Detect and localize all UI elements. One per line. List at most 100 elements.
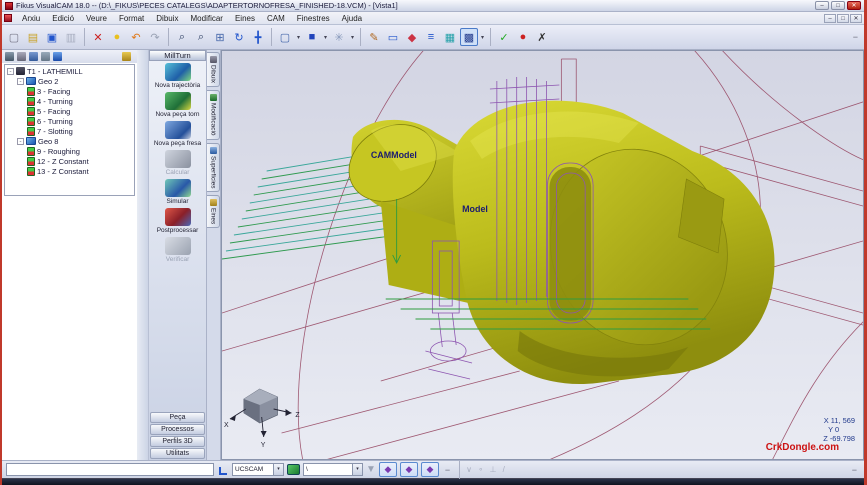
tab-processos[interactable]: Processos — [150, 424, 205, 435]
menu-format[interactable]: Format — [113, 13, 150, 24]
tree-root-label[interactable]: T1 - LATHEMILL — [27, 67, 83, 76]
new-toolpath-button[interactable]: Nova trajectòria — [149, 61, 206, 90]
globe-icon[interactable] — [41, 52, 50, 61]
layer-dropdown-icon[interactable]: ▾ — [352, 464, 362, 475]
lock-icon[interactable] — [122, 52, 131, 61]
simulate-machine-icon[interactable]: ▦ — [441, 28, 459, 46]
tab-peca[interactable]: Peça — [150, 412, 205, 423]
simulate-button[interactable]: Simular — [149, 177, 206, 206]
tab-perfils-3d[interactable]: Perfils 3D — [150, 436, 205, 447]
snap-icons[interactable]: ∨ ∘ ⊥ / — [466, 465, 507, 474]
new-file-icon[interactable]: ▢ — [5, 28, 23, 46]
panel-splitter[interactable] — [137, 50, 148, 460]
undo-icon[interactable]: ↶ — [127, 28, 145, 46]
view-option-2-button[interactable]: ◆ — [400, 462, 418, 477]
post-dropdown-icon[interactable]: ▾ — [479, 34, 486, 41]
stop-icon[interactable]: ● — [514, 28, 532, 46]
view-option-3-button[interactable]: ◆ — [421, 462, 439, 477]
menu-ajuda[interactable]: Ajuda — [336, 13, 368, 24]
cancel-selection-icon[interactable]: ✗ — [533, 28, 551, 46]
rotate-view-icon[interactable]: ↻ — [230, 28, 248, 46]
tree-op-row[interactable]: 6 - Turning — [27, 116, 134, 126]
render-view-icon[interactable]: ✳ — [330, 28, 348, 46]
confirm-icon[interactable]: ✓ — [495, 28, 513, 46]
wireframe-dropdown-icon[interactable]: ▾ — [295, 34, 302, 41]
tree-op-label[interactable]: 3 - Facing — [37, 87, 70, 96]
report-icon[interactable] — [53, 52, 62, 61]
postprocess-machine-icon[interactable]: ▩ — [460, 28, 478, 46]
tree-op-row[interactable]: 7 - Slotting — [27, 126, 134, 136]
tree-group-label[interactable]: Geo 2 — [38, 77, 58, 86]
print-icon[interactable]: ▥ — [62, 28, 80, 46]
tree-op-label[interactable]: 9 - Roughing — [37, 147, 80, 156]
menu-eines[interactable]: Eines — [229, 13, 261, 24]
expand-icon[interactable]: - — [7, 68, 14, 75]
delete-icon[interactable]: ✕ — [89, 28, 107, 46]
zoom-icon[interactable]: ⌕ — [173, 28, 191, 46]
child-minimize-button[interactable]: ‒ — [824, 14, 836, 23]
tree-op-label[interactable]: 12 - Z Constant — [37, 157, 89, 166]
shaded-view-icon[interactable]: ■ — [303, 28, 321, 46]
stock-box-icon[interactable]: ▭ — [384, 28, 402, 46]
cam-tool-icon[interactable]: ◆ — [403, 28, 421, 46]
tools-icon[interactable] — [17, 52, 26, 61]
tree-op-row[interactable]: 5 - Facing — [27, 106, 134, 116]
new-mill-part-button[interactable]: Nova peça fresa — [149, 119, 206, 148]
menu-dibuix[interactable]: Dibuix — [150, 13, 184, 24]
circle-tool-icon[interactable]: ● — [108, 28, 126, 46]
tab-eines[interactable]: Eines — [207, 195, 220, 228]
wireframe-view-icon[interactable]: ▢ — [276, 28, 294, 46]
tree-op-row[interactable]: 12 - Z Constant — [27, 156, 134, 166]
menu-veure[interactable]: Veure — [80, 13, 113, 24]
maximize-button[interactable]: □ — [831, 1, 845, 10]
menu-cam[interactable]: CAM — [261, 13, 291, 24]
menu-arxiu[interactable]: Arxiu — [16, 13, 46, 24]
tree-op-row[interactable]: 3 - Facing — [27, 86, 134, 96]
view-option-1-button[interactable]: ◆ — [379, 462, 397, 477]
tree-op-label[interactable]: 6 - Turning — [37, 117, 73, 126]
expand-icon[interactable]: - — [17, 78, 24, 85]
tab-modificacio[interactable]: Modificació — [207, 90, 220, 140]
close-button[interactable]: ✕ — [847, 1, 861, 10]
pan-icon[interactable]: ╋ — [249, 28, 267, 46]
tree-op-label[interactable]: 4 - Turning — [37, 97, 73, 106]
layer-combo[interactable]: \ ▾ — [303, 463, 363, 476]
toolpath-lines-icon[interactable]: ≡ — [422, 28, 440, 46]
expand-icon[interactable]: - — [17, 138, 24, 145]
child-close-button[interactable]: ✕ — [850, 14, 862, 23]
save-icon[interactable]: ▣ — [43, 28, 61, 46]
new-lathe-part-button[interactable]: Nova peça torn — [149, 90, 206, 119]
tree-group-row[interactable]: - Geo 8 — [15, 136, 134, 146]
tree-op-row[interactable]: 13 - Z Constant — [27, 166, 134, 176]
tree-op-label[interactable]: 13 - Z Constant — [37, 167, 89, 176]
tree-group-label[interactable]: Geo 8 — [38, 137, 58, 146]
menu-edicio[interactable]: Edició — [46, 13, 80, 24]
postprocess-button[interactable]: Postprocessar — [149, 206, 206, 235]
viewport-3d[interactable]: CAMModel Model X Y — [221, 50, 864, 460]
statusbar-right-overflow-icon[interactable]: − — [849, 465, 860, 475]
ucs-combo[interactable]: UCSCAM ▾ — [232, 463, 284, 476]
minimize-button[interactable]: ‒ — [815, 1, 829, 10]
plot-icon[interactable] — [29, 52, 38, 61]
open-folder-icon[interactable]: ▤ — [24, 28, 42, 46]
child-restore-button[interactable]: □ — [837, 14, 849, 23]
zoom-fit-icon[interactable]: ⊞ — [211, 28, 229, 46]
monitor-icon[interactable] — [5, 52, 14, 61]
layers-icon[interactable] — [287, 464, 300, 475]
tab-utilitats[interactable]: Utilitats — [150, 448, 205, 459]
statusbar-overflow-icon[interactable]: − — [442, 465, 453, 475]
tree-root-row[interactable]: - T1 - LATHEMILL — [5, 66, 134, 76]
tree-op-label[interactable]: 7 - Slotting — [37, 127, 73, 136]
tree-op-row[interactable]: 4 - Turning — [27, 96, 134, 106]
measure-icon[interactable]: ✎ — [365, 28, 383, 46]
menu-finestres[interactable]: Finestres — [291, 13, 336, 24]
tab-superficies[interactable]: Superfícies — [207, 143, 220, 193]
toolbar-overflow-icon[interactable]: − — [850, 32, 861, 42]
tree-op-label[interactable]: 5 - Facing — [37, 107, 70, 116]
shaded-dropdown-icon[interactable]: ▾ — [322, 34, 329, 41]
ucs-dropdown-icon[interactable]: ▾ — [273, 464, 283, 475]
tree-op-row[interactable]: 9 - Roughing — [27, 146, 134, 156]
render-dropdown-icon[interactable]: ▾ — [349, 34, 356, 41]
command-input[interactable] — [6, 463, 214, 476]
tab-dibuix[interactable]: Dibuix — [207, 52, 220, 87]
